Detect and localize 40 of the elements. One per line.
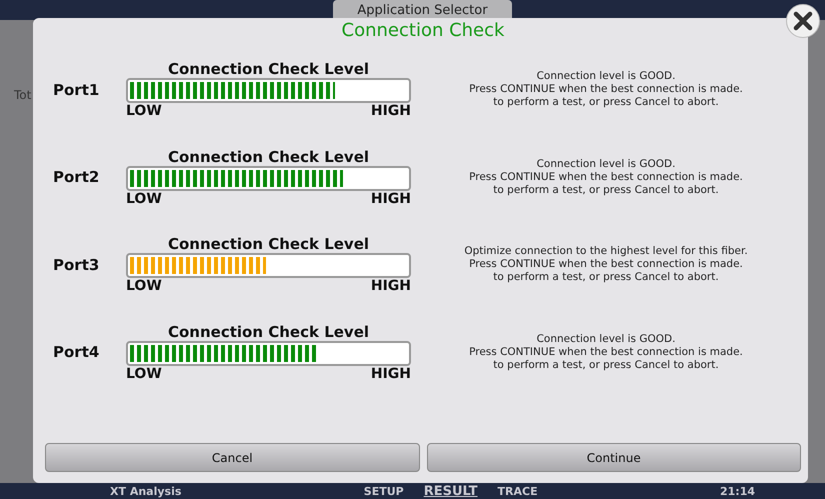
high-label: HIGH: [370, 103, 411, 120]
status-message: Press CONTINUE when the best connection is made.: [469, 83, 743, 96]
status-message: to perform a test, or press Cancel to abort.: [493, 271, 719, 284]
port-label: Port3: [52, 256, 100, 274]
status-message: Press CONTINUE when the best connection is made.: [469, 258, 743, 272]
high-label: HIGH: [370, 278, 411, 294]
app-tab[interactable]: Application Selector: [333, 0, 512, 20]
meter-heading: Connection Check Level: [166, 322, 370, 341]
close-icon: [793, 11, 813, 31]
meter-heading: Connection Check Level: [166, 235, 370, 254]
low-label: LOW: [126, 366, 162, 382]
port-label: Port4: [52, 343, 100, 362]
port-label: Port2: [52, 168, 100, 186]
status-message: to perform a test, or press Cancel to abort.: [493, 184, 719, 197]
port-label: Port1: [52, 80, 100, 99]
close-button[interactable]: [786, 4, 820, 38]
low-label: LOW: [126, 190, 162, 207]
dialog-button[interactable]: Cancel: [45, 443, 420, 472]
status-message: Connection level is GOOD.: [536, 332, 676, 346]
nav-tab[interactable]: TRACE: [498, 484, 538, 498]
high-label: HIGH: [370, 190, 411, 207]
status-message: to perform a test, or press Cancel to abort.: [493, 358, 719, 372]
status-message: Press CONTINUE when the best connection is made.: [469, 346, 743, 359]
meter-heading: Connection Check Level: [166, 60, 370, 78]
meter-heading: Connection Check Level: [166, 148, 370, 166]
status-message: Press CONTINUE when the best connection is made.: [469, 170, 743, 184]
low-label: LOW: [126, 103, 162, 120]
high-label: HIGH: [370, 366, 411, 382]
low-label: LOW: [126, 278, 162, 294]
status-message: Connection level is GOOD.: [536, 70, 676, 84]
status-message: Connection level is GOOD.: [536, 158, 676, 171]
side-label: Tot: [14, 88, 32, 102]
clock: 21:14: [720, 484, 756, 498]
dialog-button[interactable]: Continue: [426, 443, 801, 472]
nav-tab[interactable]: RESULT: [424, 484, 478, 498]
nav-tab[interactable]: SETUP: [364, 484, 404, 498]
status-message: Optimize connection to the highest level for this fiber.: [464, 245, 748, 258]
status-message: to perform a test, or press Cancel to abort.: [493, 96, 719, 110]
app-name: XT Analysis: [110, 484, 182, 498]
dialog-title: Connection Check: [340, 20, 506, 43]
